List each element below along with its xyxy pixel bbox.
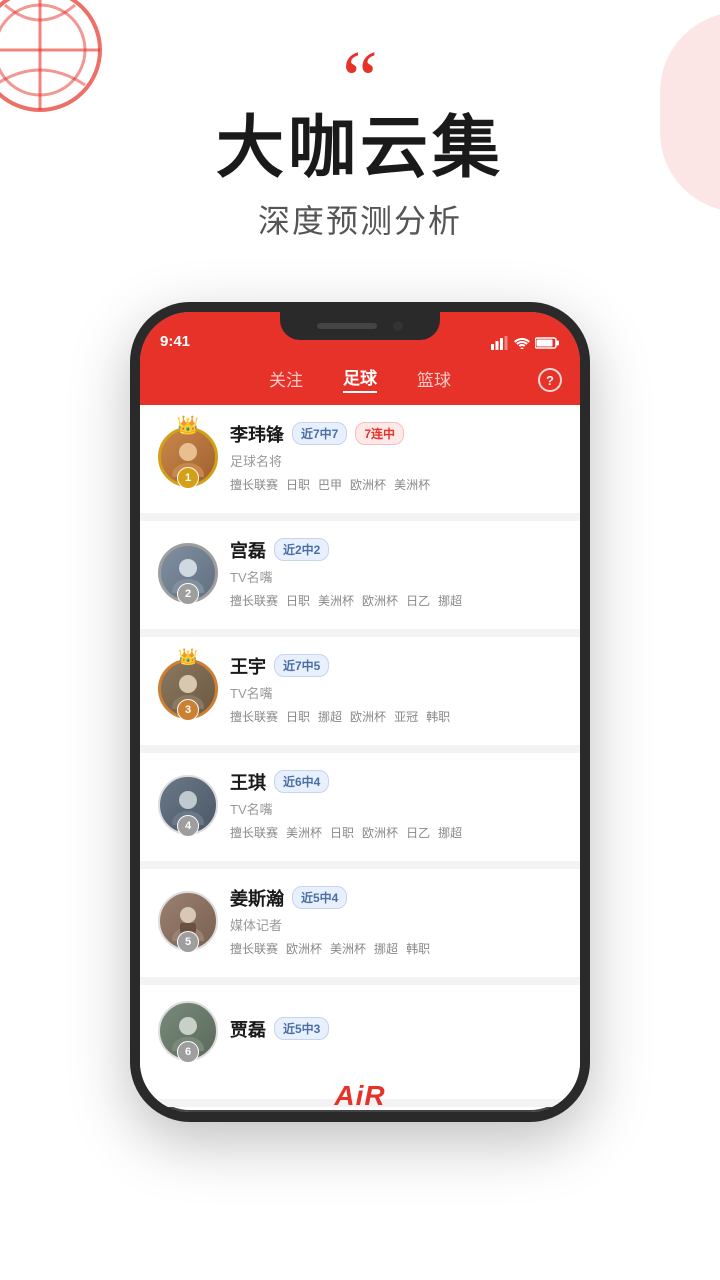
quote-mark: “ xyxy=(342,40,378,120)
avatar-wrapper-5: 5 xyxy=(158,891,218,951)
expert-tags-4: 擅长联赛 美洲杯 日职 欧洲杯 日乙 挪超 xyxy=(230,824,562,841)
expert-item-1: 👑 1 李玮锋 近7中7 7连中 xyxy=(140,405,580,521)
rank-badge-2: 2 xyxy=(177,583,199,605)
expert-info-4: 王琪 近6中4 TV名嘴 擅长联赛 美洲杯 日职 欧洲杯 日乙 挪超 xyxy=(230,769,562,841)
expert-desc-4: TV名嘴 xyxy=(230,799,562,818)
expert-desc-1: 足球名将 xyxy=(230,451,562,470)
expert-item-4: 4 王琪 近6中4 TV名嘴 擅长联赛 美洲杯 日职 欧洲杯 xyxy=(140,753,580,869)
expert-info-3: 王宇 近7中5 TV名嘴 擅长联赛 日职 挪超 欧洲杯 亚冠 韩职 xyxy=(230,653,562,725)
expert-item-5: 5 姜斯瀚 近5中4 媒体记者 擅长联赛 欧洲杯 美洲杯 挪超 xyxy=(140,869,580,985)
expert-info-5: 姜斯瀚 近5中4 媒体记者 擅长联赛 欧洲杯 美洲杯 挪超 韩职 xyxy=(230,885,562,957)
status-icons xyxy=(491,336,560,350)
battery-icon xyxy=(535,337,560,349)
expert-tags-3: 擅长联赛 日职 挪超 欧洲杯 亚冠 韩职 xyxy=(230,708,562,725)
phone-mockup: 9:41 xyxy=(130,302,590,1122)
notch-speaker xyxy=(317,323,377,329)
status-time: 9:41 xyxy=(160,333,190,350)
badge-record-6: 近5中3 xyxy=(274,1017,329,1040)
expert-desc-3: TV名嘴 xyxy=(230,683,562,702)
nav-help-button[interactable]: ? xyxy=(538,368,562,392)
expert-name-5: 姜斯瀚 xyxy=(230,885,284,911)
expert-name-2: 宫磊 xyxy=(230,537,266,563)
crown-icon-1: 👑 xyxy=(177,415,199,436)
badge-record-3: 近7中5 xyxy=(274,654,329,677)
badge-record-4: 近6中4 xyxy=(274,770,329,793)
expert-desc-2: TV名嘴 xyxy=(230,567,562,586)
expert-info-6: 贾磊 近5中3 xyxy=(230,1016,562,1046)
expert-name-3: 王宇 xyxy=(230,653,266,679)
expert-name-4: 王琪 xyxy=(230,769,266,795)
expert-tags-5: 擅长联赛 欧洲杯 美洲杯 挪超 韩职 xyxy=(230,940,562,957)
rank-badge-5: 5 xyxy=(177,931,199,953)
expert-list: 👑 1 李玮锋 近7中7 7连中 xyxy=(140,405,580,1107)
red-accent-decoration xyxy=(660,12,720,212)
expert-item-2: 2 宫磊 近2中2 TV名嘴 擅长联赛 日职 美洲杯 欧洲杯 xyxy=(140,521,580,637)
expert-desc-5: 媒体记者 xyxy=(230,915,562,934)
badge-record-1: 近7中7 xyxy=(292,422,347,445)
crown-icon-3: 👑 xyxy=(178,647,198,667)
nav-item-lanqiu[interactable]: 篮球 xyxy=(417,366,451,391)
avatar-wrapper-1: 👑 1 xyxy=(158,427,218,487)
expert-name-1: 李玮锋 xyxy=(230,421,284,447)
nav-item-guanzhu[interactable]: 关注 xyxy=(269,366,303,391)
rank-badge-4: 4 xyxy=(177,815,199,837)
badge-streak-1: 7连中 xyxy=(355,422,404,445)
wifi-icon xyxy=(514,337,530,349)
air-logo: AiR xyxy=(334,1080,385,1112)
phone-notch xyxy=(280,312,440,340)
avatar-wrapper-2: 2 xyxy=(158,543,218,603)
hero-title: 大咖云集 xyxy=(0,111,720,186)
avatar-wrapper-3: 👑 3 xyxy=(158,659,218,719)
hero-subtitle: 深度预测分析 xyxy=(0,196,720,242)
expert-tags-1: 擅长联赛 日职 巴甲 欧洲杯 美洲杯 xyxy=(230,476,562,493)
nav-item-zuqiu[interactable]: 足球 xyxy=(343,364,377,393)
rank-badge-3: 3 xyxy=(177,699,199,721)
header-nav: 关注 足球 篮球 ? xyxy=(140,356,580,405)
expert-tags-2: 擅长联赛 日职 美洲杯 欧洲杯 日乙 挪超 xyxy=(230,592,562,609)
expert-item-3: 👑 3 王宇 近7中5 xyxy=(140,637,580,753)
badge-record-5: 近5中4 xyxy=(292,886,347,909)
avatar-wrapper-4: 4 xyxy=(158,775,218,835)
signal-icon xyxy=(491,336,509,350)
badge-record-2: 近2中2 xyxy=(274,538,329,561)
phone-mockup-wrapper: 9:41 xyxy=(0,302,720,1162)
rank-badge-1: 1 xyxy=(177,467,199,489)
expert-info-1: 李玮锋 近7中7 7连中 足球名将 擅长联赛 日职 巴甲 欧洲杯 美洲杯 xyxy=(230,421,562,493)
basketball-decoration xyxy=(0,0,105,120)
expert-info-2: 宫磊 近2中2 TV名嘴 擅长联赛 日职 美洲杯 欧洲杯 日乙 挪超 xyxy=(230,537,562,609)
notch-camera xyxy=(393,321,403,331)
avatar-wrapper-6: 6 xyxy=(158,1001,218,1061)
expert-name-6: 贾磊 xyxy=(230,1016,266,1042)
rank-badge-6: 6 xyxy=(177,1041,199,1063)
hero-section: “ 大咖云集 深度预测分析 xyxy=(0,0,720,272)
